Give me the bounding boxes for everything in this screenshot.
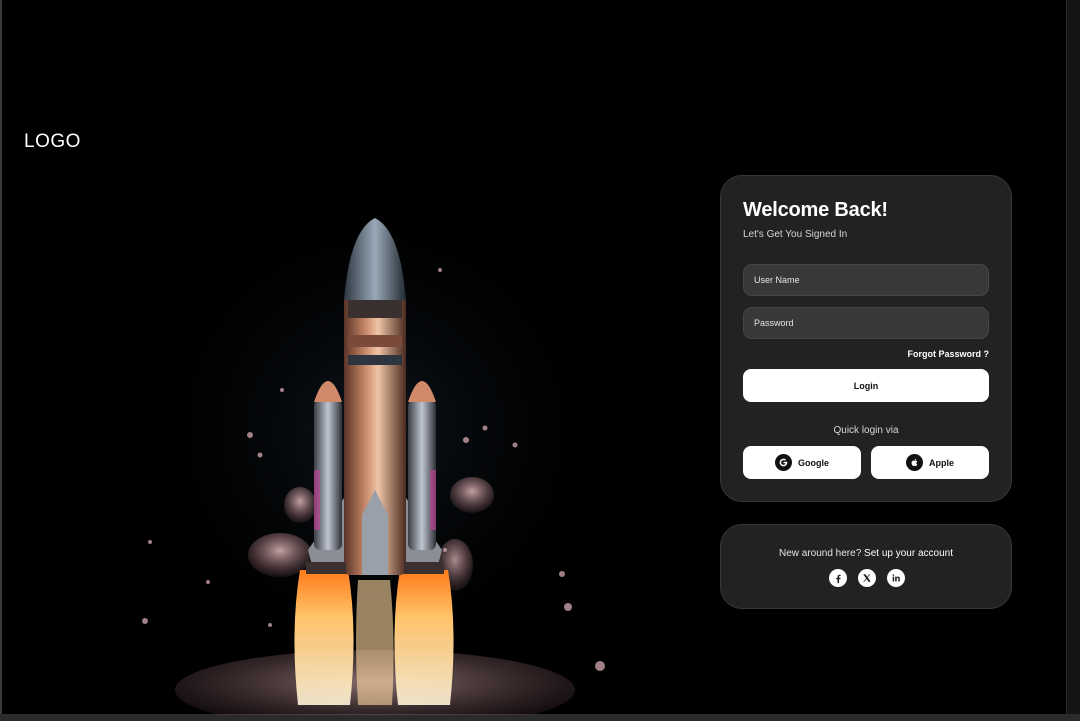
forgot-password-link[interactable]: Forgot Password ? [907, 349, 989, 359]
logo: LOGO [24, 131, 81, 152]
apple-button-label: Apple [928, 457, 954, 468]
signup-link[interactable]: Set up your account [864, 548, 953, 559]
username-field[interactable]: User Name [743, 264, 989, 296]
signup-text: New around here? Set up your account [721, 548, 1011, 559]
facebook-icon[interactable] [829, 569, 847, 587]
frame-bottom-edge [0, 714, 1080, 721]
signup-prompt: New around here? [778, 548, 862, 559]
page-title: Welcome Back! [743, 199, 888, 221]
google-login-button[interactable]: Google [743, 446, 861, 479]
signup-card: New around here? Set up your account [720, 524, 1012, 609]
page-subtitle: Let's Get You Signed In [743, 229, 848, 240]
login-card: Welcome Back! Let's Get You Signed In Us… [720, 175, 1012, 502]
login-button[interactable]: Login [743, 369, 989, 402]
apple-login-button[interactable]: Apple [871, 446, 989, 479]
quick-login-label: Quick login via [833, 425, 899, 436]
rocket-launch-illustration [135, 190, 615, 715]
login-button-label: Login [853, 380, 879, 391]
google-button-label: Google [798, 457, 829, 468]
google-icon [775, 454, 792, 471]
apple-icon [905, 454, 923, 471]
linkedin-icon[interactable] [887, 569, 905, 587]
frame-right-edge [1066, 0, 1080, 721]
social-links [829, 569, 905, 587]
x-icon[interactable] [858, 569, 876, 587]
frame-left-edge [0, 0, 2, 721]
password-field[interactable]: Password [743, 307, 989, 339]
